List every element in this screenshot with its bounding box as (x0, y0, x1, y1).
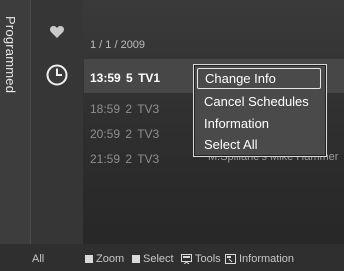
programmed-tab-label: Programmed (3, 16, 18, 94)
square-icon (132, 255, 140, 263)
footer-select[interactable]: Select (132, 253, 174, 265)
row-day: 2 (125, 152, 133, 166)
footer-information-label: Information (239, 253, 295, 265)
menu-item-cancel-schedules[interactable]: Cancel Schedules (197, 91, 322, 112)
row-day: 5 (126, 71, 133, 85)
footer-select-label: Select (143, 253, 174, 265)
info-icon (225, 254, 236, 264)
category-icon-column (31, 0, 83, 244)
menu-item-information[interactable]: Information (197, 113, 322, 134)
row-channel: TV1 (138, 71, 161, 85)
schedule-row[interactable]: 18:59 2 TV3 (90, 102, 159, 116)
programmed-schedule-screen: Programmed 1 / 1 / 2009 13:59 5 TV1 18:5… (0, 0, 344, 271)
row-time: 21:59 (90, 152, 121, 166)
tools-icon (181, 254, 192, 264)
footer-tools[interactable]: Tools (181, 253, 221, 265)
footer-bar: All Zoom Select Tools Information (0, 244, 344, 271)
menu-item-change-info[interactable]: Change Info (197, 68, 321, 89)
programmed-tab[interactable]: Programmed (0, 0, 31, 244)
row-channel: TV3 (137, 127, 160, 141)
row-day: 2 (125, 127, 133, 141)
heart-icon[interactable] (49, 24, 65, 40)
footer-all[interactable]: All (32, 253, 44, 265)
clock-icon[interactable] (46, 64, 68, 86)
tools-popup-menu: Change Info Cancel Schedules Information… (193, 64, 327, 157)
row-channel: TV3 (137, 102, 160, 116)
menu-item-select-all[interactable]: Select All (197, 134, 322, 155)
schedule-row[interactable]: 20:59 2 TV3 (90, 127, 159, 141)
schedule-date: 1 / 1 / 2009 (90, 39, 146, 51)
row-time: 18:59 (90, 102, 121, 116)
row-time: 13:59 (90, 71, 121, 85)
footer-tools-label: Tools (195, 253, 221, 265)
footer-zoom[interactable]: Zoom (85, 253, 124, 265)
schedule-row[interactable]: 21:59 2 TV3 (90, 152, 159, 166)
row-day: 2 (125, 102, 133, 116)
footer-information[interactable]: Information (225, 253, 294, 265)
row-selected-text: 13:59 5 TV1 (90, 71, 160, 85)
row-time: 20:59 (90, 127, 121, 141)
footer-zoom-label: Zoom (96, 253, 125, 265)
row-channel: TV3 (137, 152, 160, 166)
square-icon (85, 255, 93, 263)
